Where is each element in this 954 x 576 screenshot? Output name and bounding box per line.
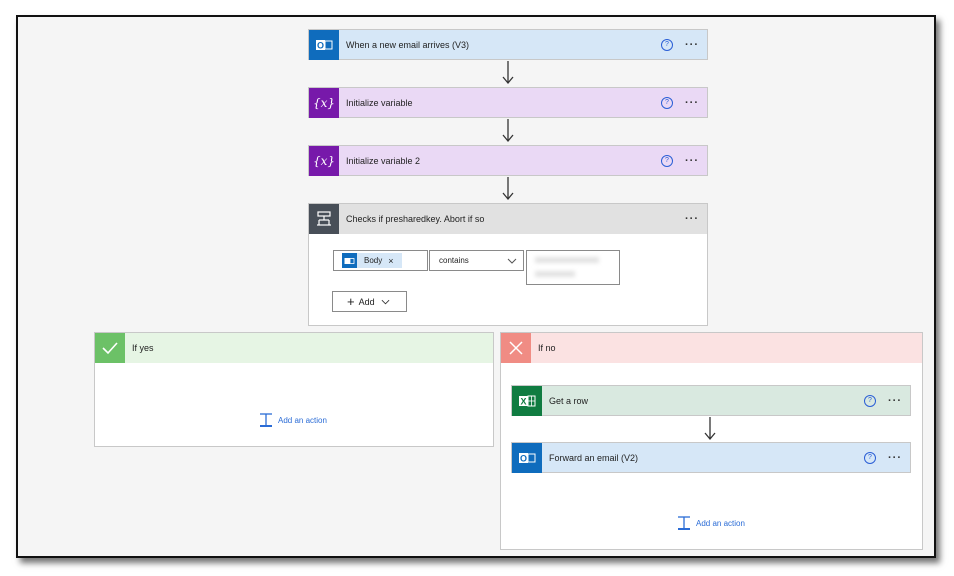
init-variable-title: Initialize variable xyxy=(346,98,413,108)
help-icon[interactable]: ? xyxy=(661,97,673,109)
add-action-icon xyxy=(260,413,272,427)
more-options-button[interactable]: ··· xyxy=(685,39,699,51)
arrow-down-icon xyxy=(502,119,514,143)
more-options-button[interactable]: ··· xyxy=(685,213,699,225)
more-options-button[interactable]: ··· xyxy=(888,452,902,464)
arrow-down-icon xyxy=(502,177,514,201)
help-icon[interactable]: ? xyxy=(661,39,673,51)
svg-text:O: O xyxy=(317,41,324,51)
arrow-down-icon xyxy=(502,61,514,85)
operator-select[interactable]: contains xyxy=(429,250,524,271)
add-action-icon xyxy=(678,516,690,530)
condition-icon xyxy=(309,204,339,234)
if-yes-branch: If yes xyxy=(94,332,494,447)
condition-value-field[interactable] xyxy=(526,250,620,285)
more-options-button[interactable]: ··· xyxy=(685,97,699,109)
add-action-label: Add an action xyxy=(696,519,745,528)
help-icon[interactable]: ? xyxy=(864,395,876,407)
add-action-label: Add an action xyxy=(278,416,327,425)
outlook-icon: O xyxy=(512,443,542,473)
condition-title: Checks if presharedkey. Abort if so xyxy=(346,214,485,224)
body-token-label: Body xyxy=(364,256,383,265)
outlook-icon xyxy=(342,253,357,268)
get-row-card[interactable]: X Get a row ? ··· xyxy=(511,385,911,416)
redacted-value xyxy=(535,271,575,277)
chevron-down-icon xyxy=(507,258,517,264)
chevron-down-icon xyxy=(381,299,390,304)
more-options-button[interactable]: ··· xyxy=(685,155,699,167)
add-label: Add xyxy=(358,296,375,307)
get-row-title: Get a row xyxy=(549,396,589,406)
svg-text:O: O xyxy=(520,454,527,464)
body-token[interactable]: Body × xyxy=(342,253,402,268)
svg-text:X: X xyxy=(520,397,526,407)
add-button[interactable]: + Add xyxy=(332,291,407,312)
redacted-value xyxy=(535,257,599,263)
excel-icon: X xyxy=(512,386,542,416)
remove-token-button[interactable]: × xyxy=(388,256,393,266)
add-action-button[interactable]: Add an action xyxy=(259,413,327,428)
init-variable-2-card[interactable]: {x} Initialize variable 2 ? ··· xyxy=(308,145,708,176)
condition-left-field[interactable]: Body × xyxy=(333,250,428,271)
arrow-down-icon xyxy=(704,417,716,441)
outlook-icon: O xyxy=(309,30,339,60)
variable-icon: {x} xyxy=(309,146,339,176)
close-icon xyxy=(501,333,531,363)
add-action-button[interactable]: Add an action xyxy=(677,516,745,531)
if-no-title: If no xyxy=(538,343,556,353)
trigger-title: When a new email arrives (V3) xyxy=(346,40,470,50)
plus-icon: + xyxy=(347,294,355,309)
more-options-button[interactable]: ··· xyxy=(888,395,902,407)
if-yes-title: If yes xyxy=(132,343,154,353)
check-icon xyxy=(95,333,125,363)
trigger-card[interactable]: O When a new email arrives (V3) ? ··· xyxy=(308,29,708,60)
operator-value: contains xyxy=(439,256,469,265)
variable-icon: {x} xyxy=(309,88,339,118)
help-icon[interactable]: ? xyxy=(661,155,673,167)
help-icon[interactable]: ? xyxy=(864,452,876,464)
forward-email-title: Forward an email (V2) xyxy=(549,453,639,463)
init-variable-card[interactable]: {x} Initialize variable ? ··· xyxy=(308,87,708,118)
forward-email-card[interactable]: O Forward an email (V2) ? ··· xyxy=(511,442,911,473)
init-variable-2-title: Initialize variable 2 xyxy=(346,156,421,166)
